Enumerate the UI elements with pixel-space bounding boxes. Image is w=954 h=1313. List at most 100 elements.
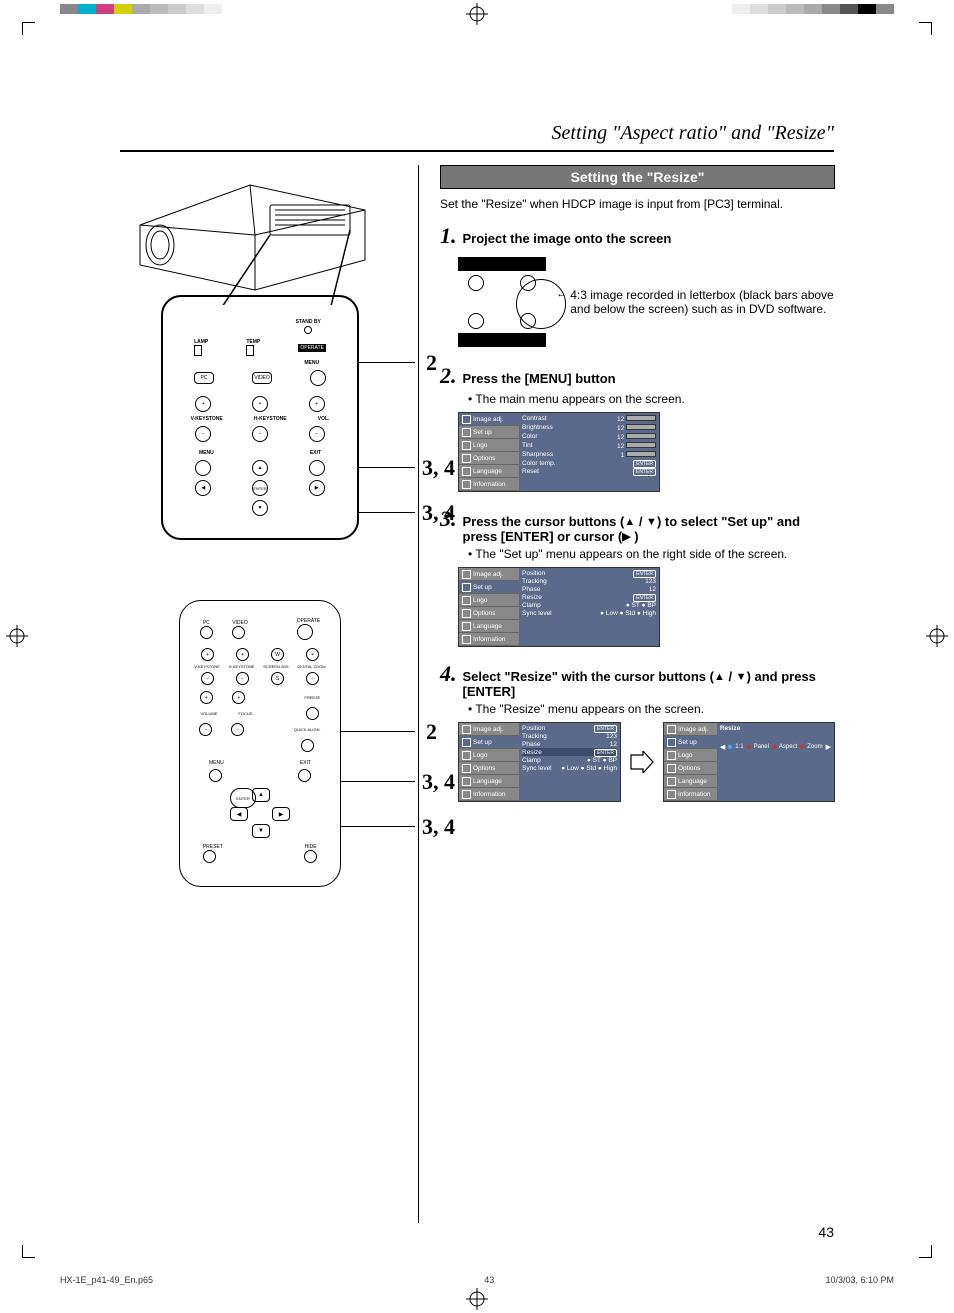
step-1: 1. Project the image onto the screen ← 4… [440, 223, 835, 347]
step-title: Project the image onto the screen [463, 231, 672, 246]
page-title: Setting "Aspect ratio" and "Resize" [552, 122, 834, 145]
cursor-up-button[interactable]: ▲ [252, 460, 268, 476]
rm-cursor-down[interactable]: ▼ [252, 824, 270, 838]
video-button[interactable]: VIDEO [252, 372, 272, 384]
rm-hkey-minus[interactable]: − [236, 672, 249, 685]
osd-tab: Logo [459, 439, 519, 452]
osd-tab: Language [459, 465, 519, 478]
menu-button[interactable] [310, 370, 326, 386]
temp-label: TEMP [246, 339, 260, 345]
step-number: 4. [440, 661, 457, 687]
lamp-indicator [194, 345, 202, 356]
rm-screen-s[interactable]: S [271, 672, 284, 685]
left-column: STAND BY LAMP TEMP OPERATE MENU PC VIDEO… [120, 165, 400, 887]
rm-menu-button[interactable] [209, 769, 222, 782]
rm-qalign-button[interactable] [301, 739, 314, 752]
projector-illustration [120, 165, 380, 305]
hkey-label: H-KEYSTONE [254, 416, 287, 422]
remote-control: PC VIDEO OPERATE + + W + V-KEYSTONE H-KE… [179, 600, 341, 887]
step-2: 2. Press the [MENU] button • The main me… [440, 363, 835, 492]
osd-tab: Set up [459, 736, 519, 749]
registration-mark-icon [466, 1288, 488, 1310]
rm-vkey-plus[interactable]: + [201, 648, 214, 661]
cp-menu-button[interactable] [195, 460, 211, 476]
rm-operate-label: OPERATE [297, 618, 321, 624]
vkey-plus-button[interactable]: + [195, 396, 211, 412]
osd-tab: Information [664, 788, 717, 801]
rm-screen-label: SCREEN W/S [263, 664, 288, 669]
cursor-right-button[interactable]: ▶ [309, 480, 325, 496]
step-4: 4. Select "Resize" with the cursor butto… [440, 661, 835, 802]
step-title: Select "Resize" with the cursor buttons … [463, 669, 836, 699]
rm-dzoom-minus[interactable]: − [306, 672, 319, 685]
rm-preset-button[interactable] [203, 850, 216, 863]
rm-pc-button[interactable] [200, 626, 213, 639]
rm-focus-plus[interactable]: + [232, 691, 245, 704]
divider [120, 150, 834, 152]
hkey-plus-button[interactable]: + [252, 396, 268, 412]
cursor-down-button[interactable]: ▼ [252, 500, 268, 516]
rm-vol-plus[interactable]: + [200, 691, 213, 704]
rm-hkey-plus[interactable]: + [236, 648, 249, 661]
vol-plus-button[interactable]: + [309, 396, 325, 412]
step-bullet: • The "Resize" menu appears on the scree… [468, 702, 835, 716]
osd-tab: Information [459, 633, 519, 646]
footer-date: 10/3/03, 6:10 PM [825, 1275, 894, 1285]
hkey-minus-button[interactable]: − [252, 426, 268, 442]
osd-row: ResetENTER [522, 467, 656, 475]
osd-menu-resize: Image adj.Set upLogoOptionsLanguageInfor… [663, 722, 835, 802]
section-bar: Setting the "Resize" [440, 165, 835, 189]
projector-control-panel: STAND BY LAMP TEMP OPERATE MENU PC VIDEO… [161, 295, 359, 540]
callout-lead [340, 731, 415, 732]
right-column: Setting the "Resize" Set the "Resize" wh… [440, 165, 835, 816]
rm-video-label: VIDEO [232, 620, 248, 626]
cp-exit-button[interactable] [309, 460, 325, 476]
registration-mark-icon [6, 625, 28, 647]
cursor-left-button[interactable]: ◀ [195, 480, 211, 496]
osd-tab: Logo [459, 749, 519, 762]
rm-cursor-right[interactable]: ▶ [272, 807, 290, 821]
color-registration-bar [732, 4, 894, 14]
osd-row: Color12 [522, 432, 656, 441]
vol-label: VOL. [318, 416, 330, 422]
rm-freeze-label: FREEZE [304, 695, 320, 700]
operate-label: OPERATE [298, 344, 326, 352]
rm-dzoom-label: DIGITAL ZOOM [297, 664, 325, 669]
osd-tab: Options [459, 607, 519, 620]
osd-row: Contrast12 [522, 414, 656, 423]
rm-vol-minus[interactable]: − [199, 723, 212, 736]
rm-screen-w[interactable]: W [271, 648, 284, 661]
rm-dpad: ▲ ▼ ◀ ▶ ENTER [230, 788, 290, 838]
registration-mark-icon [466, 3, 488, 25]
rm-cursor-up[interactable]: ▲ [252, 788, 270, 802]
crop-mark [22, 1245, 35, 1258]
rm-exit-button[interactable] [298, 769, 311, 782]
rm-hide-button[interactable] [304, 850, 317, 863]
osd-tab: Image adj. [664, 723, 717, 736]
osd-row: Sharpness1 [522, 450, 656, 459]
rm-dzoom-plus[interactable]: + [306, 648, 319, 661]
osd-tab: Options [459, 762, 519, 775]
standby-label: STAND BY [296, 319, 321, 325]
osd-row: ResizeENTER [522, 593, 656, 601]
rm-video-button[interactable] [232, 626, 245, 639]
pc-button[interactable]: PC [194, 372, 214, 384]
letterbox-illustration [458, 257, 546, 347]
osd-menu-setup-resize-sel: Image adj.Set upLogoOptionsLanguageInfor… [458, 722, 621, 802]
callout-2: 2 [426, 350, 437, 376]
callout-lead [357, 362, 415, 363]
rm-freeze-button[interactable] [306, 707, 319, 720]
osd-row: Brightness12 [522, 423, 656, 432]
rm-vkey-minus[interactable]: − [201, 672, 214, 685]
rm-focus-minus[interactable]: − [231, 723, 244, 736]
vkey-minus-button[interactable]: − [195, 426, 211, 442]
vol-minus-button[interactable]: − [309, 426, 325, 442]
rm-operate-button[interactable] [297, 624, 313, 640]
osd-menu-image-adj: Image adj.Set upLogoOptionsLanguageInfor… [458, 412, 660, 492]
callout-lead [340, 826, 415, 827]
osd-row: Tint12 [522, 441, 656, 450]
rm-menu-label: MENU [209, 760, 224, 766]
rm-cursor-left[interactable]: ◀ [230, 807, 248, 821]
intro-text: Set the "Resize" when HDCP image is inpu… [440, 197, 835, 211]
enter-button[interactable]: ENTER [252, 480, 268, 496]
